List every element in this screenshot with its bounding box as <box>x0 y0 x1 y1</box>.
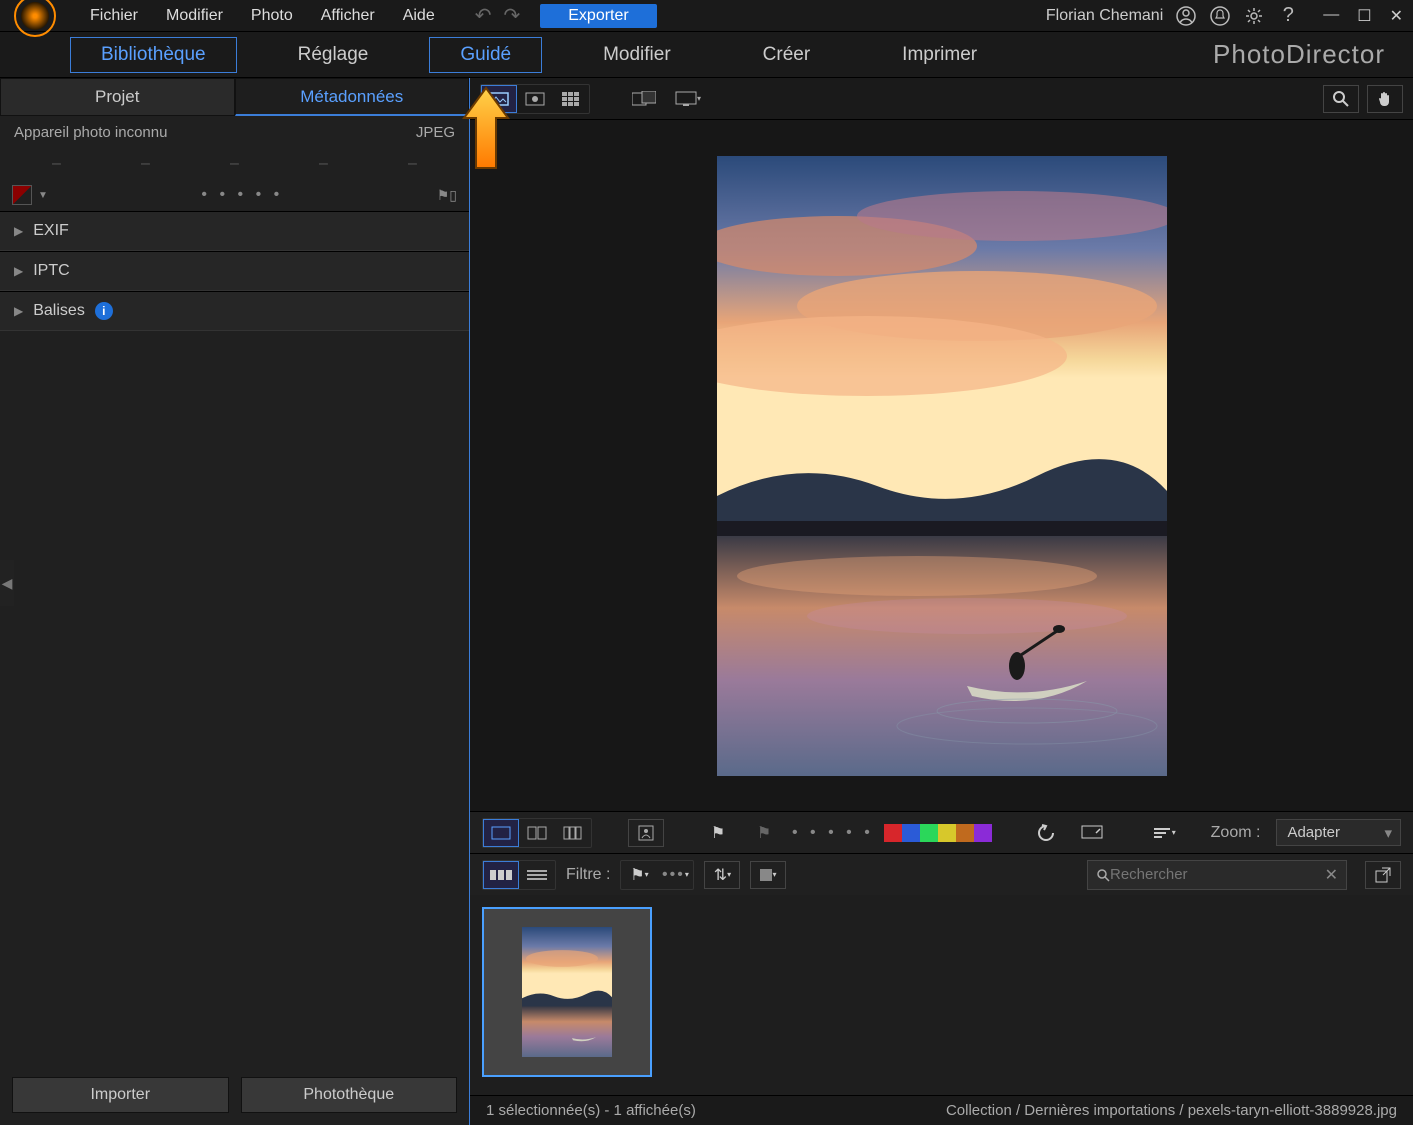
filter-sort-icon[interactable]: ⇅▾ <box>704 861 740 889</box>
preview-image <box>717 156 1167 776</box>
phototheque-button[interactable]: Photothèque <box>241 1077 458 1113</box>
color-swatches[interactable] <box>884 824 992 842</box>
module-tabs: Bibliothèque Réglage Guidé Modifier Crée… <box>0 32 1413 78</box>
flag-pick-icon[interactable]: ⚑ <box>700 819 736 847</box>
view-single-icon[interactable] <box>481 85 517 113</box>
menu-edit[interactable]: Modifier <box>152 3 237 29</box>
chevron-right-icon: ▶ <box>14 304 23 318</box>
menubar: Fichier Modifier Photo Afficher Aide ↶ ↷… <box>0 0 1413 32</box>
chevron-down-icon[interactable]: ▼ <box>38 190 48 201</box>
zoom-tool-icon[interactable] <box>1323 85 1359 113</box>
flag-icon[interactable]: ⚑▯ <box>437 187 457 204</box>
device-label: Appareil photo inconnu <box>14 124 167 141</box>
rating-stars-icon[interactable]: • • • • • <box>792 824 874 842</box>
tab-create[interactable]: Créer <box>732 37 842 73</box>
section-exif[interactable]: ▶EXIF <box>0 211 469 251</box>
chevron-right-icon: ▶ <box>14 264 23 278</box>
popout-icon[interactable] <box>1365 861 1401 889</box>
rating-dots[interactable]: • • • • • <box>201 186 283 204</box>
tab-library[interactable]: Bibliothèque <box>70 37 237 73</box>
clear-search-icon[interactable]: ✕ <box>1325 865 1338 885</box>
view-mirror-icon[interactable] <box>517 85 553 113</box>
zoom-select[interactable]: Adapter <box>1276 819 1401 846</box>
undo-button[interactable]: ↶ <box>469 3 498 28</box>
tab-edit[interactable]: Modifier <box>572 37 702 73</box>
right-panel: ▾ <box>470 78 1413 1125</box>
import-button[interactable]: Importer <box>12 1077 229 1113</box>
rotate-icon[interactable] <box>1028 819 1064 847</box>
filter-flag-icon[interactable]: ⚑▾ <box>621 861 657 889</box>
maximize-button[interactable]: ☐ <box>1357 6 1371 26</box>
thumbnail-selected[interactable] <box>482 907 652 1077</box>
compare-icon[interactable] <box>626 85 662 113</box>
redo-button[interactable]: ↷ <box>497 3 526 28</box>
minimize-button[interactable]: — <box>1323 6 1339 26</box>
tab-print[interactable]: Imprimer <box>871 37 1008 73</box>
user-name: Florian Chemani <box>1046 7 1163 25</box>
brand-label: PhotoDirector <box>1213 39 1385 70</box>
filter-label: Filtre : <box>566 866 610 884</box>
thumbnail-strip[interactable] <box>470 895 1413 1095</box>
menu-photo[interactable]: Photo <box>237 3 307 29</box>
pan-tool-icon[interactable] <box>1367 85 1403 113</box>
menu-file[interactable]: Fichier <box>76 3 152 29</box>
collapse-handle[interactable]: ◀ <box>0 560 14 606</box>
close-button[interactable]: ✕ <box>1390 6 1403 26</box>
secondary-display-icon[interactable]: ▾ <box>670 85 706 113</box>
gear-icon[interactable] <box>1243 5 1265 27</box>
view-grid-icon[interactable] <box>553 85 589 113</box>
meta-dash: – <box>52 155 61 173</box>
flag-reject-icon[interactable]: ⚑ <box>746 819 782 847</box>
face-tag-icon[interactable] <box>628 819 664 847</box>
user-icon[interactable] <box>1175 5 1197 27</box>
filter-toolbar: Filtre : ⚑▾ •••▾ ⇅▾ ▾ ✕ <box>470 853 1413 895</box>
thumb-large-icon[interactable] <box>483 861 519 889</box>
help-icon[interactable]: ? <box>1277 5 1299 27</box>
menu-help[interactable]: Aide <box>389 3 449 29</box>
panel-tab-metadata[interactable]: Métadonnées <box>235 78 470 116</box>
thumbnail-image <box>522 927 612 1057</box>
canvas[interactable] <box>470 120 1413 811</box>
layout-single-icon[interactable] <box>483 819 519 847</box>
panel-tab-project[interactable]: Projet <box>0 78 235 116</box>
left-panel: Projet Métadonnées Appareil photo inconn… <box>0 78 470 1125</box>
section-iptc[interactable]: ▶IPTC <box>0 251 469 291</box>
chevron-right-icon: ▶ <box>14 224 23 238</box>
menu-view[interactable]: Afficher <box>307 3 389 29</box>
search-box[interactable]: ✕ <box>1087 860 1347 890</box>
info-icon[interactable]: i <box>95 302 113 320</box>
sort-icon[interactable]: ▾ <box>1146 819 1182 847</box>
bell-icon[interactable] <box>1209 5 1231 27</box>
section-tags[interactable]: ▶Balisesi <box>0 291 469 331</box>
zoom-label: Zoom : <box>1211 824 1261 842</box>
layout-split-icon[interactable] <box>519 819 555 847</box>
search-input[interactable] <box>1110 866 1325 883</box>
status-path: Collection / Dernières importations / pe… <box>946 1102 1397 1119</box>
thumb-list-icon[interactable] <box>519 861 555 889</box>
tab-adjust[interactable]: Réglage <box>267 37 400 73</box>
view-toolbar: ▾ <box>470 78 1413 120</box>
layout-multi-icon[interactable] <box>555 819 591 847</box>
status-selection: 1 sélectionnée(s) - 1 affichée(s) <box>486 1102 696 1119</box>
tab-guided[interactable]: Guidé <box>429 37 542 73</box>
filter-label-icon[interactable]: ▾ <box>750 861 786 889</box>
color-label-swatch[interactable] <box>12 185 32 205</box>
export-button[interactable]: Exporter <box>540 4 656 28</box>
format-label: JPEG <box>416 124 455 141</box>
screen-icon[interactable] <box>1074 819 1110 847</box>
filter-rating-icon[interactable]: •••▾ <box>657 861 693 889</box>
search-icon <box>1096 868 1110 882</box>
statusbar: 1 sélectionnée(s) - 1 affichée(s) Collec… <box>470 1095 1413 1125</box>
filmstrip-toolbar: ⚑ ⚑ • • • • • ▾ Zoom : Adapter <box>470 811 1413 853</box>
